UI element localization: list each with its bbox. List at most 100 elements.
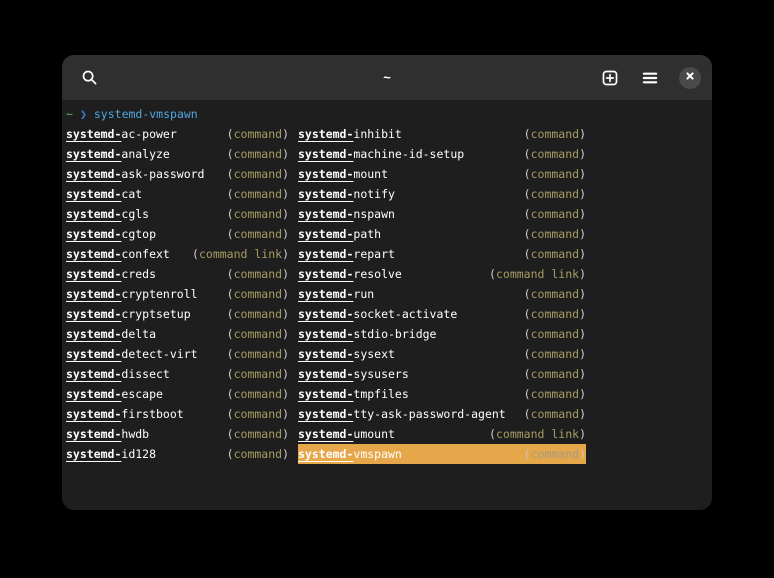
- completion-item: systemd-sysext(command): [298, 344, 586, 364]
- kind-label: command: [234, 167, 282, 181]
- command-name: systemd-firstboot: [66, 404, 184, 424]
- completion-item: systemd-confext(command link): [66, 244, 298, 264]
- command-prefix: systemd-: [298, 367, 353, 381]
- command-prefix: systemd-: [66, 387, 121, 401]
- terminal-screen[interactable]: ~❯systemd-vmspawn systemd-ac-power(comma…: [62, 100, 712, 468]
- command-name: systemd-hwdb: [66, 424, 149, 444]
- completion-list: systemd-ac-power(command)systemd-inhibit…: [66, 124, 708, 464]
- command-suffix: resolve: [353, 267, 401, 281]
- paren-close: ): [282, 407, 289, 421]
- paren-close: ): [282, 207, 289, 221]
- search-button[interactable]: [74, 62, 106, 94]
- paren-open: (: [524, 327, 531, 341]
- command-suffix: socket-activate: [353, 307, 457, 321]
- command-name: systemd-cat: [66, 184, 142, 204]
- kind-label: command: [234, 407, 282, 421]
- completion-item: systemd-ac-power(command): [66, 124, 298, 144]
- kind-label: command: [531, 207, 579, 221]
- command-kind: (command): [524, 344, 586, 364]
- paren-open: (: [524, 407, 531, 421]
- command-name: systemd-inhibit: [298, 124, 402, 144]
- command-prefix: systemd-: [66, 287, 121, 301]
- completion-item-selected: systemd-vmspawn(command): [298, 444, 586, 464]
- command-name: systemd-stdio-bridge: [298, 324, 436, 344]
- command-prefix: systemd-: [298, 127, 353, 141]
- close-icon: [684, 70, 696, 85]
- command-suffix: sysext: [353, 347, 395, 361]
- kind-label: command: [531, 287, 579, 301]
- completion-item: systemd-resolve(command link): [298, 264, 586, 284]
- completion-item: systemd-nspawn(command): [298, 204, 586, 224]
- command-suffix: tmpfiles: [353, 387, 408, 401]
- command-prefix: systemd-: [298, 207, 353, 221]
- paren-open: (: [227, 387, 234, 401]
- command-suffix: dissect: [121, 367, 169, 381]
- paren-close: ): [579, 387, 586, 401]
- paren-close: ): [579, 147, 586, 161]
- paren-open: (: [227, 287, 234, 301]
- menu-button[interactable]: [634, 62, 666, 94]
- new-tab-button[interactable]: [594, 62, 626, 94]
- header-bar[interactable]: ~: [62, 55, 712, 100]
- command-name: systemd-tmpfiles: [298, 384, 409, 404]
- paren-close: ): [579, 127, 586, 141]
- command-kind: (command): [227, 224, 289, 244]
- command-prefix: systemd-: [66, 347, 121, 361]
- command-kind: (command): [227, 184, 289, 204]
- kind-label: command: [234, 367, 282, 381]
- completion-item: systemd-escape (command): [66, 384, 298, 404]
- paren-open: (: [524, 147, 531, 161]
- close-button[interactable]: [679, 67, 701, 89]
- command-suffix: analyze: [121, 147, 169, 161]
- command-suffix: repart: [353, 247, 395, 261]
- hamburger-icon: [641, 69, 659, 87]
- paren-close: ): [282, 447, 289, 461]
- command-prefix: systemd-: [66, 127, 121, 141]
- prompt-command: systemd-vmspawn: [94, 107, 198, 121]
- prompt-symbol: ❯: [80, 107, 87, 121]
- command-suffix: cryptenroll: [121, 287, 197, 301]
- paren-open: (: [524, 187, 531, 201]
- command-suffix: path: [353, 227, 381, 241]
- kind-label: command: [234, 287, 282, 301]
- command-suffix: sysusers: [353, 367, 408, 381]
- command-name: systemd-detect-virt: [66, 344, 198, 364]
- completion-row: systemd-escape (command) systemd-tmpfiles (…: [66, 384, 708, 404]
- completion-item: systemd-detect-virt(command): [66, 344, 298, 364]
- kind-label: command: [234, 267, 282, 281]
- command-kind: (command): [227, 264, 289, 284]
- paren-close: ): [579, 247, 586, 261]
- completion-item: systemd-id128(command): [66, 444, 298, 464]
- completion-row: systemd-cgtop(command)systemd-path(comma…: [66, 224, 708, 244]
- completion-item: systemd-repart(command): [298, 244, 586, 264]
- command-suffix: id128: [121, 447, 156, 461]
- paren-close: ): [579, 407, 586, 421]
- command-prefix: systemd-: [298, 187, 353, 201]
- paren-close: ): [579, 267, 586, 281]
- completion-row: systemd-cryptsetup(command)systemd-socke…: [66, 304, 708, 324]
- paren-open: (: [489, 267, 496, 281]
- completion-item: systemd-creds(command): [66, 264, 298, 284]
- command-suffix: ask-password: [121, 167, 204, 181]
- command-kind: (command): [227, 444, 289, 464]
- paren-open: (: [524, 387, 531, 401]
- command-kind: (command): [227, 164, 289, 184]
- command-name: systemd-tty-ask-password-agent: [298, 404, 506, 424]
- command-kind: (command link): [192, 244, 289, 264]
- command-kind: (command): [524, 244, 586, 264]
- command-kind: (command): [524, 164, 586, 184]
- kind-label: command link: [199, 247, 282, 261]
- command-name: systemd-escape: [66, 384, 163, 404]
- kind-label: command: [234, 207, 282, 221]
- command-kind: (command): [227, 404, 289, 424]
- paren-close: ): [282, 327, 289, 341]
- command-kind: (command): [227, 384, 289, 404]
- command-kind: (command): [524, 384, 586, 404]
- command-name: systemd-cgls: [66, 204, 149, 224]
- command-prefix: systemd-: [66, 327, 121, 341]
- command-name: systemd-ask-password: [66, 164, 204, 184]
- paren-open: (: [227, 347, 234, 361]
- paren-open: (: [524, 247, 531, 261]
- paren-close: ): [579, 347, 586, 361]
- completion-item: systemd-cat (command): [66, 184, 298, 204]
